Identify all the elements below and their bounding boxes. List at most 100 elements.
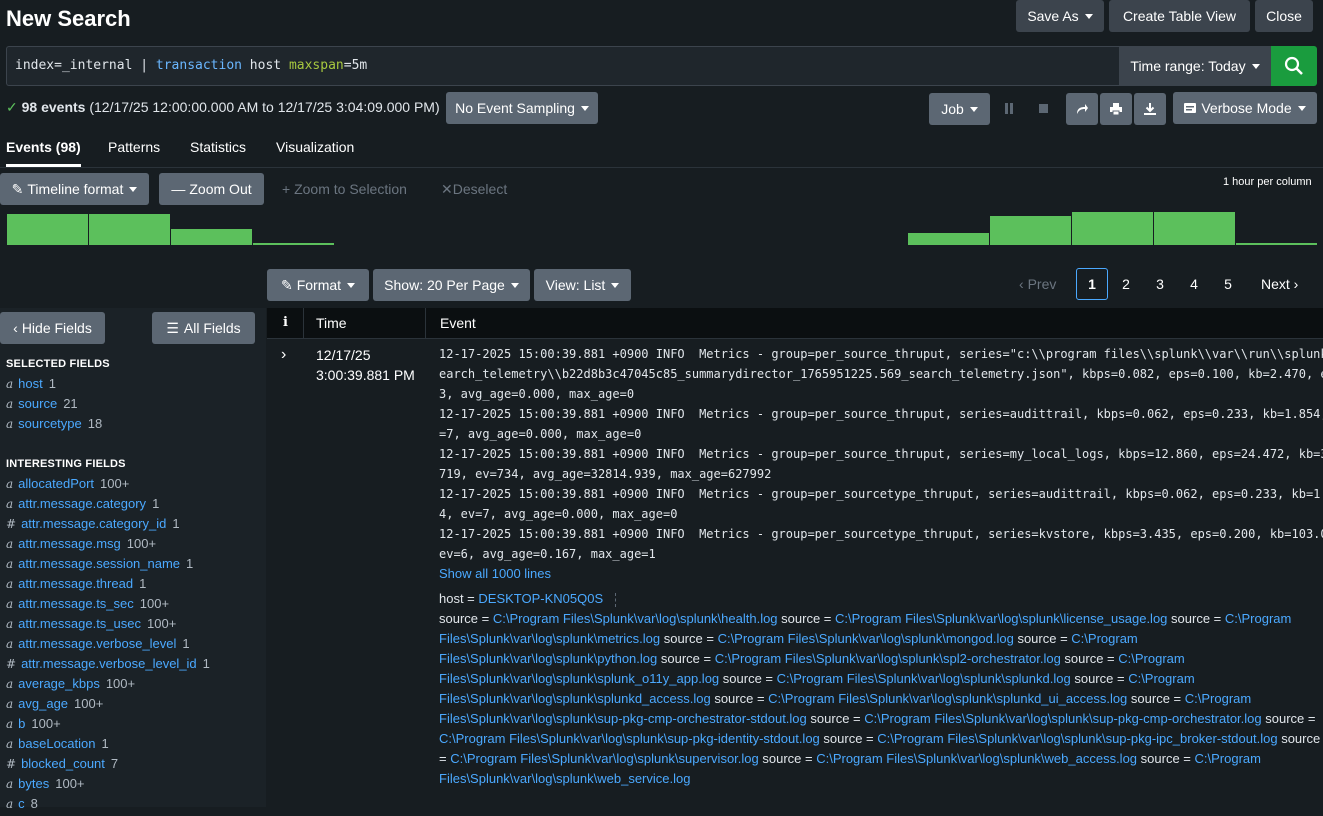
field-name[interactable]: blocked_count [21, 756, 105, 771]
share-button[interactable] [1066, 93, 1098, 125]
field-name[interactable]: attr.message.session_name [18, 556, 180, 571]
source-value-link[interactable]: C:\Program Files\Splunk\var\log\splunk\s… [450, 751, 759, 766]
zoom-to-selection-button[interactable]: + Zoom to Selection [282, 181, 407, 197]
field-item[interactable]: a average_kbps 100+ [6, 676, 135, 696]
event-column-header[interactable]: Event [440, 315, 476, 331]
field-item[interactable]: a sourcetype 18 [6, 416, 102, 436]
time-column-header[interactable]: Time [316, 315, 347, 331]
save-as-button[interactable]: Save As [1016, 0, 1104, 32]
field-name[interactable]: attr.message.ts_usec [18, 616, 141, 631]
field-item[interactable]: a source 21 [6, 396, 78, 416]
field-name[interactable]: bytes [18, 776, 49, 791]
field-item[interactable]: a attr.message.verbose_level 1 [6, 636, 190, 656]
field-name[interactable]: c [18, 796, 25, 811]
export-button[interactable] [1134, 93, 1166, 125]
search-input[interactable]: index=_internal | transaction host maxsp… [6, 46, 1119, 86]
per-page-dropdown[interactable]: Show: 20 Per Page [373, 269, 530, 301]
field-item[interactable]: a attr.message.thread 1 [6, 576, 146, 596]
source-value-link[interactable]: C:\Program Files\Splunk\var\log\splunk\w… [816, 751, 1137, 766]
timeline-bar[interactable] [253, 243, 334, 245]
view-dropdown[interactable]: View: List [534, 269, 631, 301]
field-item[interactable]: a attr.message.session_name 1 [6, 556, 193, 576]
show-all-lines-link[interactable]: Show all 1000 lines [439, 564, 551, 584]
source-value-link[interactable]: C:\Program Files\Splunk\var\log\splunk\s… [777, 671, 1071, 686]
caret-down-icon [1297, 105, 1306, 111]
field-item[interactable]: a bytes 100+ [6, 776, 85, 796]
search-mode-dropdown[interactable]: Verbose Mode [1173, 92, 1317, 124]
field-item[interactable]: a attr.message.msg 100+ [6, 536, 156, 556]
field-item[interactable]: a attr.message.category 1 [6, 496, 159, 516]
field-name[interactable]: baseLocation [18, 736, 95, 751]
field-item[interactable]: a allocatedPort 100+ [6, 476, 129, 496]
field-item[interactable]: a attr.message.ts_usec 100+ [6, 616, 176, 636]
page-2-button[interactable]: 2 [1110, 268, 1142, 300]
page-4-button[interactable]: 4 [1178, 268, 1210, 300]
time-range-picker[interactable]: Time range: Today [1119, 46, 1271, 86]
timeline-bar[interactable] [7, 214, 88, 245]
timeline-format-button[interactable]: ✎ Timeline format [0, 173, 149, 205]
deselect-button[interactable]: ✕Deselect [441, 181, 507, 198]
field-name[interactable]: attr.message.verbose_level [18, 636, 176, 651]
source-value-link[interactable]: C:\Program Files\Splunk\var\log\splunk\s… [877, 731, 1277, 746]
close-button[interactable]: Close [1255, 0, 1313, 32]
field-item[interactable]: a host 1 [6, 376, 56, 396]
pause-icon[interactable] [1005, 103, 1013, 114]
page-3-button[interactable]: 3 [1144, 268, 1176, 300]
job-menu-button[interactable]: Job [929, 93, 990, 125]
field-name[interactable]: average_kbps [18, 676, 100, 691]
timeline-bar[interactable] [990, 216, 1071, 245]
source-value-link[interactable]: C:\Program Files\Splunk\var\log\splunk\s… [864, 711, 1261, 726]
timeline-bar[interactable] [1236, 243, 1317, 245]
field-name[interactable]: attr.message.verbose_level_id [21, 656, 197, 671]
timeline-bar[interactable] [171, 229, 252, 245]
field-item[interactable]: a baseLocation 1 [6, 736, 109, 756]
all-fields-button[interactable]: ☰ All Fields [152, 312, 255, 344]
expand-event-icon[interactable]: › [281, 346, 286, 364]
format-button[interactable]: ✎ Format [267, 269, 369, 301]
field-name[interactable]: sourcetype [18, 416, 82, 431]
field-name[interactable]: host [18, 376, 43, 391]
field-name[interactable]: attr.message.msg [18, 536, 121, 551]
field-name[interactable]: attr.message.ts_sec [18, 596, 134, 611]
timeline-bar[interactable] [89, 214, 170, 245]
event-sampling-dropdown[interactable]: No Event Sampling [446, 92, 598, 124]
field-item[interactable]: # blocked_count 7 [6, 756, 118, 776]
create-table-view-button[interactable]: Create Table View [1109, 0, 1250, 32]
source-value-link[interactable]: C:\Program Files\Splunk\var\log\splunk\h… [493, 611, 778, 626]
source-value-link[interactable]: C:\Program Files\Splunk\var\log\splunk\s… [439, 731, 820, 746]
zoom-out-button[interactable]: — Zoom Out [159, 173, 264, 205]
page-5-button[interactable]: 5 [1212, 268, 1244, 300]
field-item[interactable]: a b 100+ [6, 716, 61, 736]
field-name[interactable]: attr.message.thread [18, 576, 133, 591]
host-value-link[interactable]: DESKTOP-KN05Q0S [478, 591, 603, 606]
page-1-button[interactable]: 1 [1076, 268, 1108, 300]
hide-fields-button[interactable]: ‹ Hide Fields [0, 312, 105, 344]
source-value-link[interactable]: C:\Program Files\Splunk\var\log\splunk\s… [768, 691, 1127, 706]
next-page-button[interactable]: Next › [1261, 276, 1298, 292]
source-value-link[interactable]: C:\Program Files\Splunk\var\log\splunk\l… [835, 611, 1167, 626]
stop-icon[interactable] [1039, 104, 1048, 113]
print-button[interactable] [1100, 93, 1132, 125]
tab-visualization[interactable]: Visualization [276, 139, 354, 155]
field-name[interactable]: allocatedPort [18, 476, 94, 491]
field-item[interactable]: a avg_age 100+ [6, 696, 103, 716]
tab-patterns[interactable]: Patterns [108, 139, 160, 155]
field-name[interactable]: attr.message.category_id [21, 516, 166, 531]
prev-page-button[interactable]: ‹ Prev [1019, 276, 1056, 292]
timeline-bar[interactable] [1154, 212, 1235, 245]
source-value-link[interactable]: C:\Program Files\Splunk\var\log\splunk\s… [715, 651, 1061, 666]
timeline-bar[interactable] [908, 233, 989, 245]
field-item[interactable]: ac8 [6, 796, 38, 816]
field-item[interactable]: a attr.message.ts_sec 100+ [6, 596, 169, 616]
tab-events[interactable]: Events (98) [6, 139, 81, 167]
field-name[interactable]: b [18, 716, 25, 731]
source-value-link[interactable]: C:\Program Files\Splunk\var\log\splunk\m… [718, 631, 1014, 646]
search-button[interactable] [1271, 46, 1317, 86]
timeline-bar[interactable] [1072, 212, 1153, 245]
field-item[interactable]: # attr.message.category_id 1 [6, 516, 180, 536]
field-name[interactable]: source [18, 396, 57, 411]
field-name[interactable]: attr.message.category [18, 496, 146, 511]
field-name[interactable]: avg_age [18, 696, 68, 711]
tab-statistics[interactable]: Statistics [190, 139, 246, 155]
field-item[interactable]: # attr.message.verbose_level_id 1 [6, 656, 210, 676]
